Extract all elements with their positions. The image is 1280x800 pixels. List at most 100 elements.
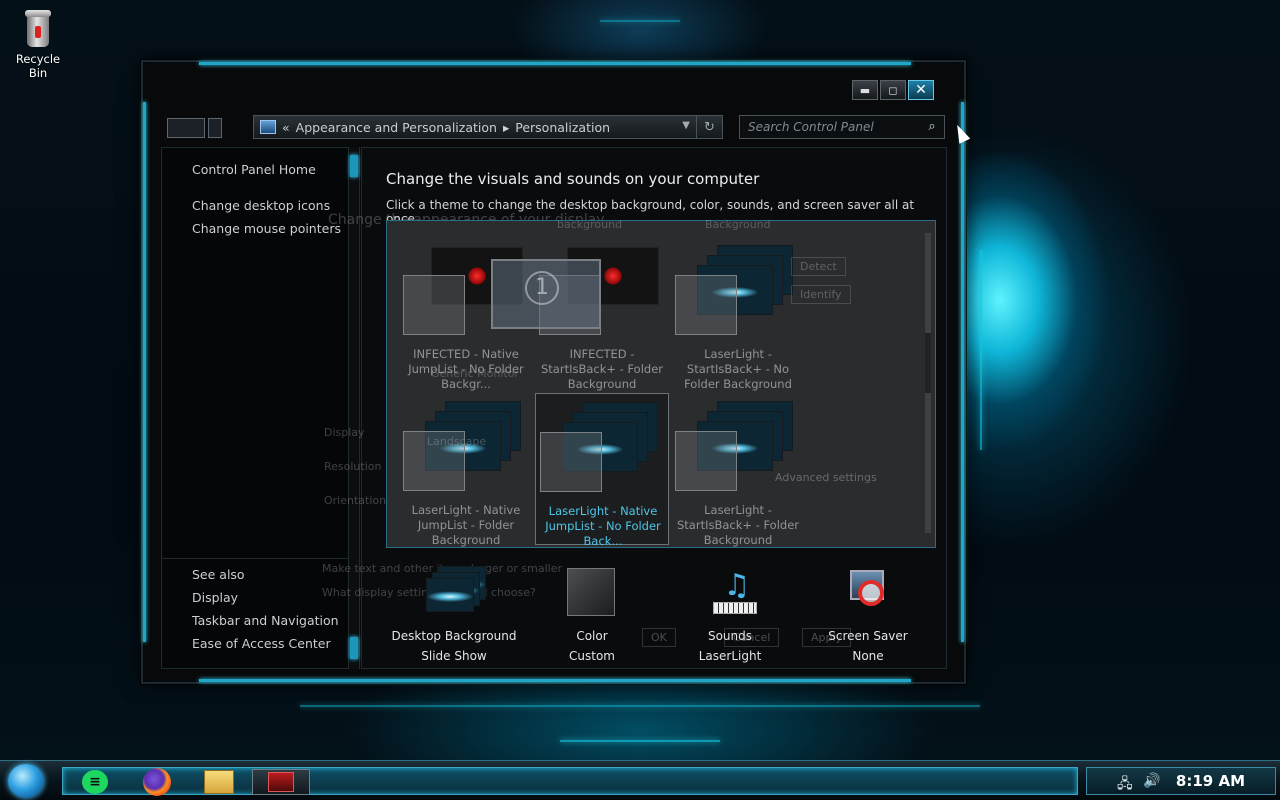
- green-app-icon: ≡: [82, 770, 108, 794]
- theme-tile-selected[interactable]: LaserLight - Native JumpList - No Folder…: [535, 393, 669, 548]
- theme-scrollbar[interactable]: [925, 233, 931, 533]
- theme-tile[interactable]: LaserLight - StartIsBack+ - No Folder Ba…: [671, 241, 805, 393]
- volume-icon[interactable]: 🔊: [1143, 773, 1160, 789]
- color-setting[interactable]: Color Custom: [522, 626, 662, 666]
- see-also-title: See also: [192, 567, 245, 582]
- ghost-label: Display: [324, 426, 365, 439]
- monitor-number: 1: [525, 271, 559, 305]
- glow-line: [600, 20, 680, 22]
- minimize-icon: ▬: [859, 83, 871, 97]
- theme-name: LaserLight - StartIsBack+ - No Folder Ba…: [684, 347, 792, 391]
- page-title: Change the visuals and sounds on your co…: [386, 170, 760, 188]
- taskbar: ≡ 🖧 🔊 8:19 AM: [0, 760, 1280, 800]
- ghost-label: Background: [705, 218, 771, 231]
- ghost-detect-button: Detect: [791, 257, 846, 276]
- ghost-label: Resolution: [324, 460, 382, 473]
- sounds-setting[interactable]: Sounds LaserLight: [660, 626, 800, 666]
- maximize-button[interactable]: ◻: [880, 80, 906, 100]
- ghost-monitor-name: Generic Monitor: [431, 367, 519, 380]
- breadcrumb-separator[interactable]: ▸: [503, 120, 509, 135]
- screen-saver-title[interactable]: Screen Saver: [798, 626, 938, 646]
- taskbar-app-firefox[interactable]: [128, 768, 186, 796]
- navigation-bar: « Appearance and Personalization ▸ Perso…: [167, 115, 945, 141]
- splitter-handle[interactable]: [350, 637, 358, 659]
- clock[interactable]: 8:19 AM: [1176, 772, 1245, 790]
- color-value[interactable]: Custom: [522, 646, 662, 666]
- ghost-identify-button: Identify: [791, 285, 851, 304]
- search-input[interactable]: Search Control Panel ⌕: [739, 115, 945, 139]
- theme-color-swatch: [675, 275, 737, 335]
- recycle-bin[interactable]: Recycle Bin: [6, 8, 70, 80]
- ghost-monitor: 1: [491, 259, 601, 329]
- ghost-label: Orientation: [324, 494, 387, 507]
- screen-saver-icon[interactable]: [846, 568, 888, 610]
- theme-color-swatch: [403, 275, 465, 335]
- frame-glow-left: [143, 102, 146, 642]
- breadcrumb-parent[interactable]: Appearance and Personalization: [296, 120, 497, 135]
- search-placeholder: Search Control Panel: [748, 120, 874, 134]
- search-icon[interactable]: ⌕: [924, 119, 940, 135]
- splitter-handle[interactable]: [350, 155, 358, 177]
- breadcrumb-prefix[interactable]: «: [282, 120, 290, 135]
- recycle-bin-icon: [23, 8, 53, 48]
- control-panel-icon: [260, 120, 276, 134]
- breadcrumb-current[interactable]: Personalization: [515, 120, 610, 135]
- theme-gallery: background Background INFECTED - Native …: [386, 218, 936, 549]
- change-mouse-pointers-link[interactable]: Change mouse pointers: [192, 221, 341, 236]
- color-title[interactable]: Color: [522, 626, 662, 646]
- title-buttons: ▬ ◻ ✕: [852, 80, 934, 100]
- address-bar[interactable]: « Appearance and Personalization ▸ Perso…: [253, 115, 723, 139]
- change-desktop-icons-link[interactable]: Change desktop icons: [192, 198, 330, 213]
- theme-name: INFECTED - StartIsBack+ - Folder Backgro…: [540, 347, 664, 391]
- close-button[interactable]: ✕: [908, 80, 934, 100]
- theme-name: LaserLight - StartIsBack+ - Folder Backg…: [676, 503, 800, 547]
- desktop-background-title[interactable]: Desktop Background: [384, 626, 524, 646]
- minimize-button[interactable]: ▬: [852, 80, 878, 100]
- close-icon: ✕: [915, 82, 927, 98]
- taskbar-app-explorer[interactable]: [190, 769, 248, 795]
- start-orb-button[interactable]: [8, 764, 44, 798]
- theme-color-swatch: [675, 431, 737, 491]
- frame-glow-bottom: [199, 679, 911, 682]
- control-panel-home-link[interactable]: Control Panel Home: [192, 162, 316, 177]
- sounds-value[interactable]: LaserLight: [660, 646, 800, 666]
- glow-line: [980, 250, 982, 450]
- sounds-title[interactable]: Sounds: [660, 626, 800, 646]
- ease-of-access-link[interactable]: Ease of Access Center: [192, 636, 331, 651]
- color-swatch-icon[interactable]: [567, 568, 615, 616]
- recent-pages-button[interactable]: [208, 118, 222, 138]
- recycle-bin-label: Recycle Bin: [15, 52, 61, 80]
- folder-icon: [204, 770, 234, 794]
- ghost-advanced-settings: Advanced settings: [775, 471, 877, 484]
- taskbar-navigation-link[interactable]: Taskbar and Navigation: [192, 613, 339, 628]
- frame-glow-right: [961, 102, 964, 642]
- screen-saver-setting[interactable]: Screen Saver None: [798, 626, 938, 666]
- desktop-background-value[interactable]: Slide Show: [384, 646, 524, 666]
- ghost-label: background: [557, 218, 623, 231]
- scrollbar-thumb[interactable]: [925, 333, 931, 393]
- network-icon[interactable]: 🖧: [1117, 773, 1133, 797]
- maximize-icon: ◻: [888, 83, 898, 97]
- divider: [162, 558, 350, 559]
- glow-line: [560, 740, 720, 742]
- theme-tile[interactable]: LaserLight - Native JumpList - Folder Ba…: [399, 397, 533, 549]
- taskbar-app-control-panel[interactable]: [252, 769, 310, 795]
- sounds-icon[interactable]: ♫: [707, 566, 767, 616]
- frame-glow-top: [199, 62, 911, 65]
- taskbar-app-notes[interactable]: ≡: [66, 769, 124, 795]
- refresh-icon[interactable]: ↻: [696, 116, 722, 138]
- ghost-landscape: Landscape: [427, 435, 487, 448]
- personalization-window: ▬ ◻ ✕ « Appearance and Personalization ▸…: [141, 60, 966, 684]
- back-forward-buttons[interactable]: [167, 118, 205, 138]
- desktop-background-icon[interactable]: [424, 566, 486, 616]
- theme-name: LaserLight - Native JumpList - No Folder…: [545, 504, 661, 548]
- desktop-background-setting[interactable]: Desktop Background Slide Show: [384, 626, 524, 666]
- theme-color-swatch: [540, 432, 602, 492]
- system-tray: 🖧 🔊 8:19 AM: [1086, 767, 1276, 795]
- glow-line: [300, 705, 980, 707]
- screen-saver-value[interactable]: None: [798, 646, 938, 666]
- firefox-icon: [143, 768, 171, 796]
- theme-name: LaserLight - Native JumpList - Folder Ba…: [411, 503, 521, 547]
- chevron-down-icon[interactable]: ▼: [682, 120, 690, 131]
- display-link[interactable]: Display: [192, 590, 238, 605]
